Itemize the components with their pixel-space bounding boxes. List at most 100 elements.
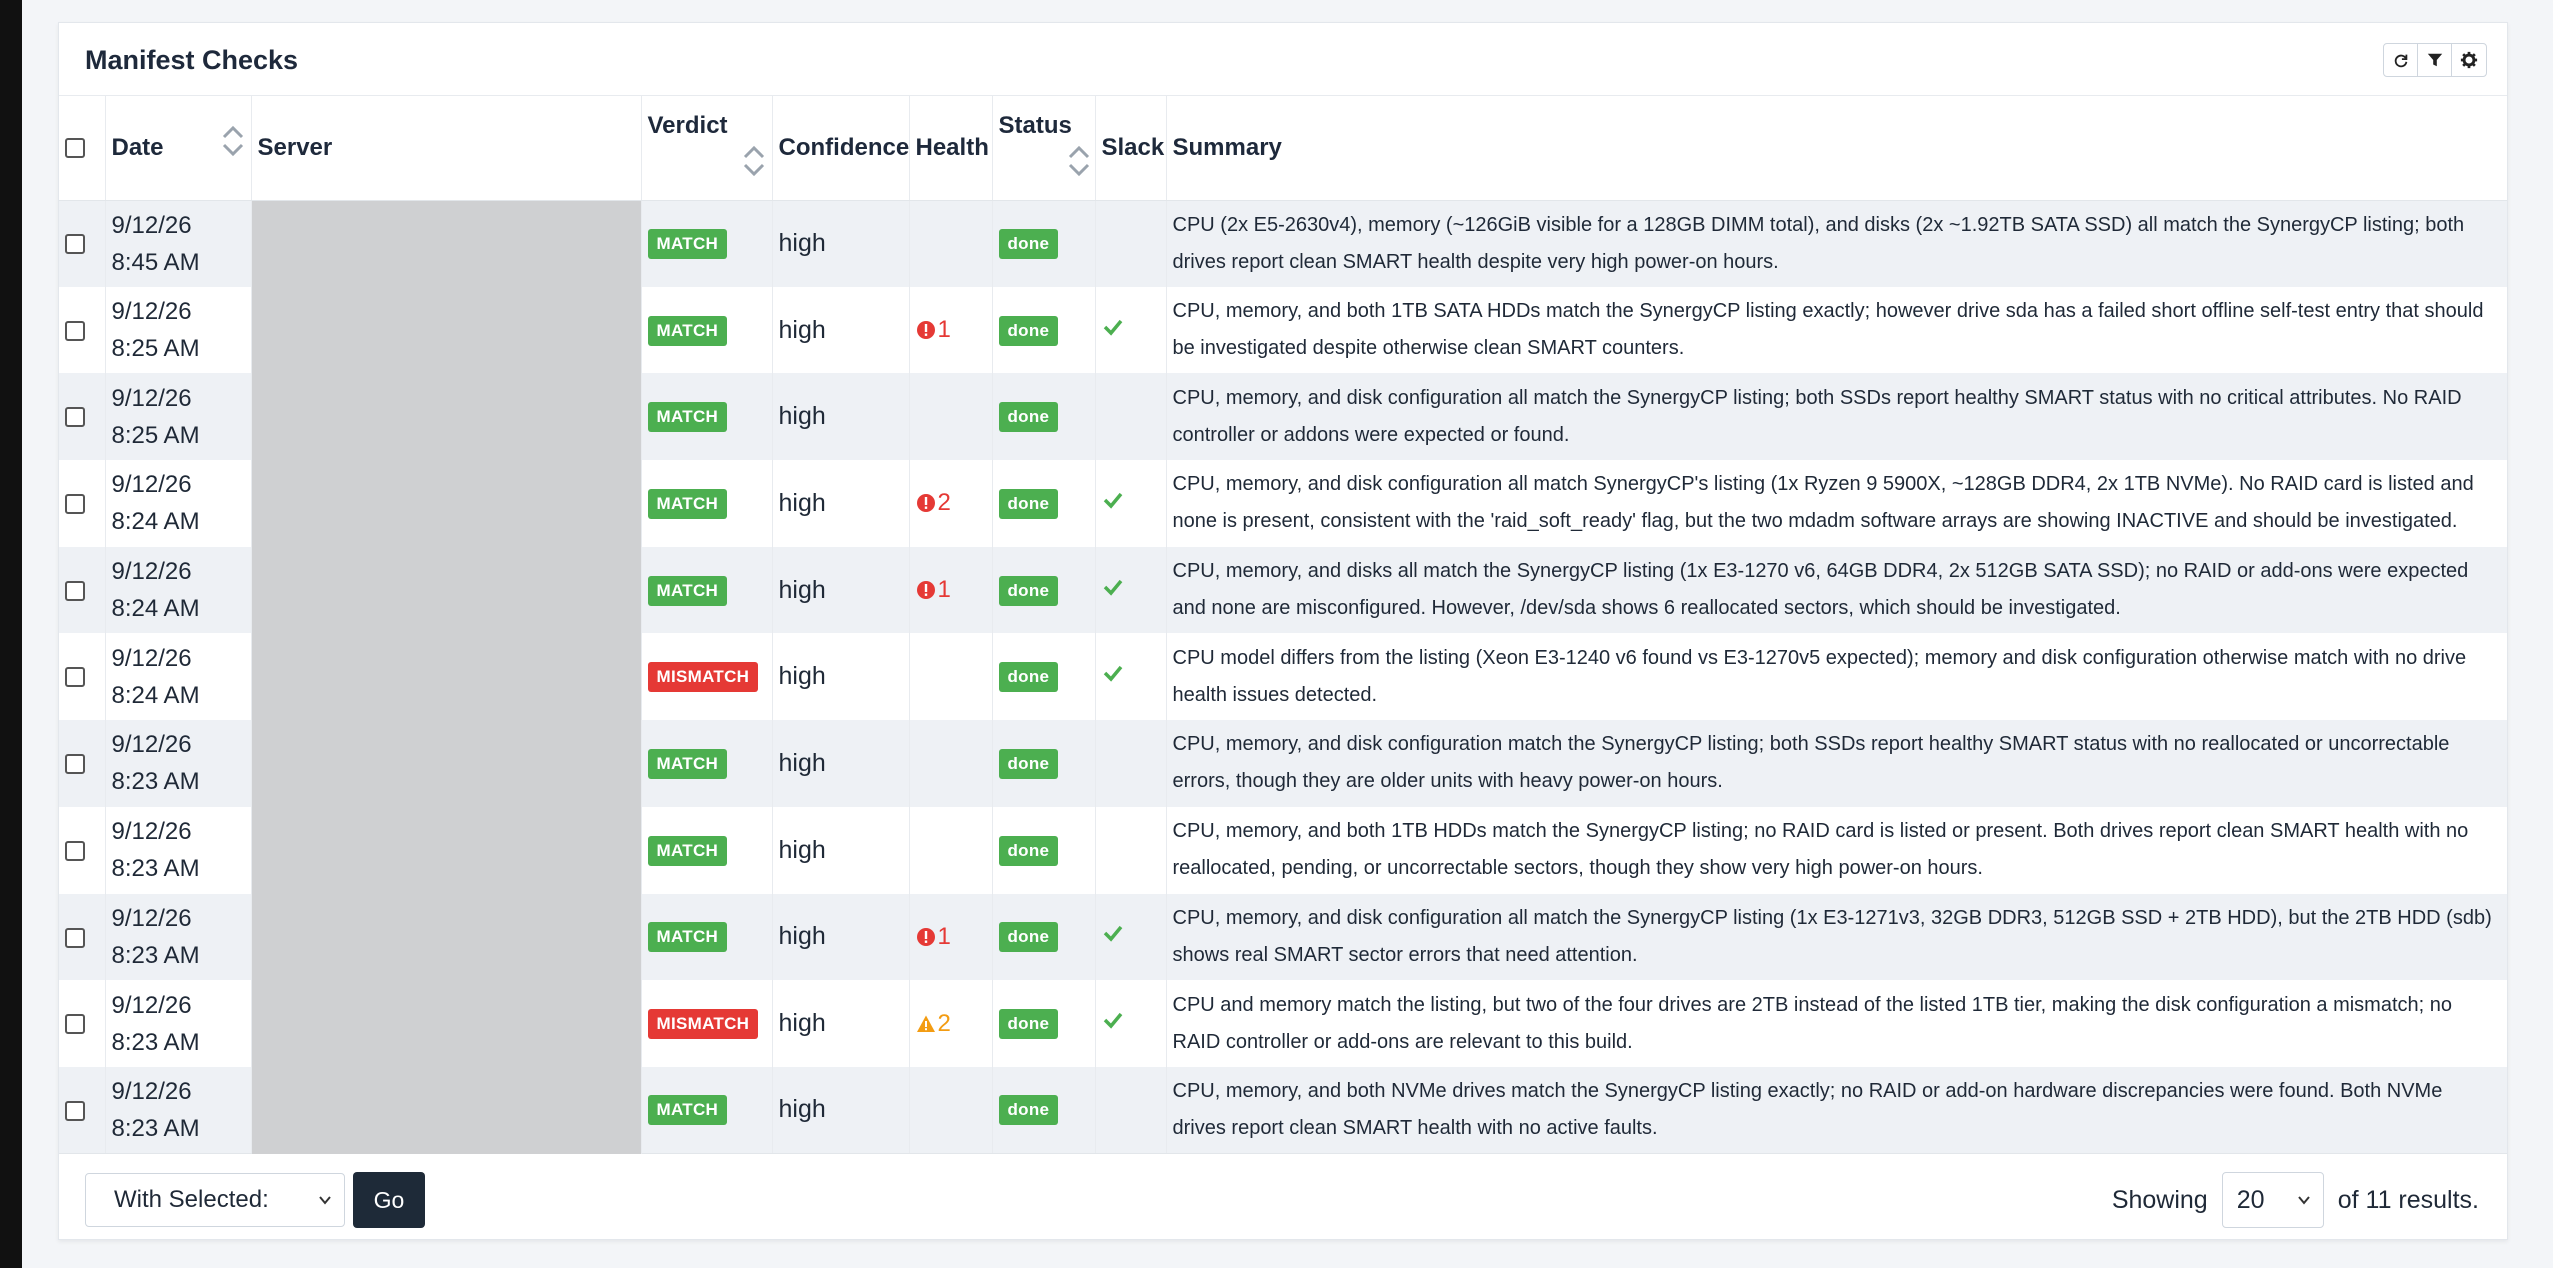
health-cell	[909, 806, 993, 894]
select-all-header	[59, 96, 106, 201]
column-health[interactable]: Health	[909, 96, 993, 201]
results-count-label: of 11 results.	[2337, 1185, 2479, 1214]
verdict-cell: MATCH	[641, 460, 773, 547]
verdict-cell: MATCH	[641, 806, 773, 894]
row-date: 9/12/26	[111, 384, 192, 412]
row-checkbox[interactable]	[65, 320, 85, 341]
showing-label: Showing	[2111, 1185, 2208, 1214]
column-server[interactable]: Server	[251, 96, 642, 201]
health-indicator[interactable]: 1	[916, 923, 986, 951]
slack-cell	[1095, 980, 1167, 1067]
row-date: 9/12/26	[111, 644, 192, 672]
row-select-cell	[59, 633, 106, 721]
confidence-cell: high	[772, 286, 910, 374]
health-indicator[interactable]: 2	[916, 1010, 986, 1038]
column-summary[interactable]: Summary	[1166, 96, 2507, 201]
server-redacted	[251, 200, 642, 1154]
confidence-value: high	[778, 315, 826, 344]
column-confidence[interactable]: Confidence	[772, 96, 910, 201]
slack-cell	[1095, 546, 1167, 634]
health-indicator[interactable]: 2	[916, 489, 986, 517]
row-checkbox[interactable]	[65, 754, 85, 775]
row-summary: CPU and memory match the listing, but tw…	[1172, 993, 2453, 1053]
date-cell: 9/12/26 8:24 AM	[105, 546, 252, 634]
verdict-cell: MISMATCH	[641, 633, 773, 721]
row-summary: CPU, memory, and both 1TB SATA HDDs matc…	[1172, 300, 2484, 360]
verdict-cell: MATCH	[641, 1066, 773, 1155]
status-sort-icon[interactable]	[1067, 144, 1091, 178]
row-summary: CPU, memory, and disks all match the Syn…	[1172, 560, 2469, 620]
column-verdict-label: Verdict	[647, 112, 728, 139]
row-summary: CPU model differs from the listing (Xeon…	[1172, 646, 2467, 706]
status-badge: done	[998, 229, 1059, 260]
confidence-cell: high	[772, 200, 910, 287]
confidence-cell: high	[772, 460, 910, 547]
confidence-cell: high	[772, 546, 910, 634]
confidence-cell: high	[772, 373, 910, 461]
verdict-cell: MATCH	[641, 200, 773, 287]
row-checkbox[interactable]	[65, 1014, 85, 1035]
verdict-sort-icon[interactable]	[742, 144, 766, 178]
status-badge: done	[998, 1095, 1059, 1126]
go-button[interactable]: Go	[353, 1172, 425, 1228]
row-checkbox[interactable]	[65, 1100, 85, 1121]
row-time: 8:23 AM	[111, 855, 200, 883]
select-all-checkbox[interactable]	[65, 138, 85, 159]
date-cell: 9/12/26 8:25 AM	[105, 286, 252, 374]
health-cell	[909, 720, 993, 807]
row-checkbox[interactable]	[65, 840, 85, 861]
date-cell: 9/12/26 8:23 AM	[105, 806, 252, 894]
per-page-select[interactable]: 20	[2221, 1172, 2324, 1228]
bulk-action-select[interactable]: With Selected:	[85, 1173, 345, 1227]
row-checkbox[interactable]	[65, 234, 85, 255]
row-checkbox[interactable]	[65, 667, 85, 688]
column-date[interactable]: Date	[105, 96, 252, 201]
verdict-cell: MATCH	[641, 546, 773, 634]
confidence-cell: high	[772, 980, 910, 1067]
confidence-value: high	[778, 402, 826, 431]
status-cell: done	[992, 200, 1096, 287]
row-date: 9/12/26	[111, 558, 192, 586]
column-status[interactable]: Status	[992, 96, 1096, 201]
row-checkbox[interactable]	[65, 407, 85, 428]
date-sort-icon[interactable]	[221, 124, 245, 158]
row-summary: CPU, memory, and both 1TB HDDs match the…	[1172, 820, 2469, 880]
row-time: 8:25 AM	[111, 421, 200, 449]
column-slack[interactable]: Slack	[1095, 96, 1167, 201]
status-badge: done	[998, 835, 1059, 866]
date-cell: 9/12/26 8:25 AM	[105, 373, 252, 461]
confidence-value: high	[778, 835, 826, 864]
check-icon	[1103, 1012, 1122, 1029]
slack-cell	[1095, 720, 1167, 807]
refresh-button[interactable]	[2384, 44, 2418, 76]
row-select-cell	[59, 546, 106, 634]
verdict-cell: MATCH	[641, 720, 773, 807]
date-cell: 9/12/26 8:24 AM	[105, 460, 252, 547]
confidence-cell: high	[772, 720, 910, 807]
row-checkbox[interactable]	[65, 494, 85, 515]
status-cell: done	[992, 1066, 1096, 1155]
row-time: 8:23 AM	[111, 1028, 200, 1056]
table-row[interactable]: 9/12/26 8:45 AM MATCH high done CPU (2x E…	[59, 200, 2507, 1154]
column-verdict[interactable]: Verdict	[641, 96, 773, 201]
row-time: 8:45 AM	[111, 248, 200, 276]
verdict-badge: MATCH	[647, 402, 728, 433]
row-checkbox[interactable]	[65, 927, 85, 948]
left-edge-bar	[0, 0, 22, 1268]
health-indicator[interactable]: 1	[916, 316, 986, 344]
verdict-badge: MATCH	[647, 575, 728, 606]
row-summary: CPU, memory, and both NVMe drives match …	[1172, 1079, 2443, 1139]
health-indicator[interactable]: 1	[916, 576, 986, 604]
settings-button[interactable]	[2452, 44, 2486, 76]
row-checkbox[interactable]	[65, 580, 85, 601]
row-time: 8:23 AM	[111, 941, 200, 969]
status-badge: done	[998, 575, 1059, 606]
health-count: 1	[937, 576, 951, 604]
row-select-cell	[59, 460, 106, 547]
verdict-badge: MATCH	[647, 488, 728, 519]
toolbar	[2383, 43, 2487, 77]
row-time: 8:23 AM	[111, 768, 200, 796]
summary-cell: CPU, memory, and disk configuration all …	[1166, 893, 2507, 981]
filter-button[interactable]	[2418, 44, 2452, 76]
status-badge: done	[998, 488, 1059, 519]
